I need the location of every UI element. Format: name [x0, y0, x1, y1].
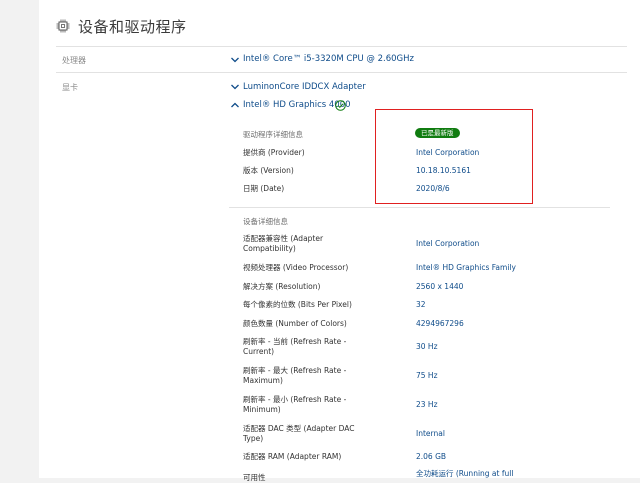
- adapter-compatibility-label: 适配器兼容性 (Adapter Compatibility): [243, 234, 324, 253]
- adapter-dac-type-value: Internal: [416, 429, 445, 438]
- chevron-down-icon[interactable]: [231, 84, 239, 90]
- resolution-label: 解决方案 (Resolution): [243, 282, 321, 291]
- divider: [56, 72, 627, 73]
- refresh-rate-minimum-value: 23 Hz: [416, 400, 438, 409]
- graphics-label: 显卡: [62, 83, 78, 92]
- video-processor-label: 视频处理器 (Video Processor): [243, 263, 349, 272]
- chip-icon: [56, 19, 70, 33]
- refresh-rate-maximum-label: 刷新率 - 最大 (Refresh Rate - Maximum): [243, 366, 347, 385]
- refresh-rate-maximum-value: 75 Hz: [416, 371, 438, 380]
- adapter-compatibility-value: Intel Corporation: [416, 239, 480, 248]
- chevron-down-icon[interactable]: [231, 57, 239, 63]
- adapter-item-luminoncore[interactable]: LuminonCore IDDCX Adapter: [243, 82, 366, 92]
- driver-provider-label: 提供商 (Provider): [243, 148, 305, 157]
- page-title: 设备和驱动程序: [78, 17, 187, 36]
- adapter-ram-label: 适配器 RAM (Adapter RAM): [243, 452, 342, 461]
- refresh-rate-minimum-label: 刷新率 - 最小 (Refresh Rate - Minimum): [243, 395, 347, 414]
- resolution-value: 2560 x 1440: [416, 282, 464, 291]
- driver-date-label: 日期 (Date): [243, 184, 285, 193]
- bits-per-pixel-label: 每个像素的位数 (Bits Per Pixel): [243, 300, 352, 309]
- adapter-ram-value: 2.06 GB: [416, 452, 447, 461]
- video-processor-value: Intel® HD Graphics Family: [416, 263, 516, 272]
- number-of-colors-value: 4294967296: [416, 319, 464, 328]
- driver-version-label: 版本 (Version): [243, 166, 294, 175]
- device-details-heading: 设备详细信息: [243, 217, 288, 226]
- divider: [229, 207, 610, 208]
- refresh-rate-current-value: 30 Hz: [416, 342, 438, 351]
- driver-details-heading: 驱动程序详细信息: [243, 130, 303, 139]
- adapter-dac-type-label: 适配器 DAC 类型 (Adapter DAC Type): [243, 424, 355, 443]
- number-of-colors-label: 颜色数量 (Number of Colors): [243, 319, 347, 328]
- page-header: 设备和驱动程序: [56, 14, 187, 38]
- chevron-up-icon[interactable]: [231, 102, 239, 108]
- refresh-rate-current-label: 刷新率 - 当前 (Refresh Rate - Current): [243, 337, 347, 356]
- processor-name[interactable]: Intel® Core™ i5-3320M CPU @ 2.60GHz: [243, 54, 414, 64]
- processor-label: 处理器: [62, 56, 86, 65]
- bits-per-pixel-value: 32: [416, 300, 426, 309]
- checkmark-circle-icon: [335, 100, 346, 111]
- availability-label: 可用性: [243, 473, 266, 482]
- highlight-box: [375, 109, 533, 204]
- divider: [56, 46, 627, 47]
